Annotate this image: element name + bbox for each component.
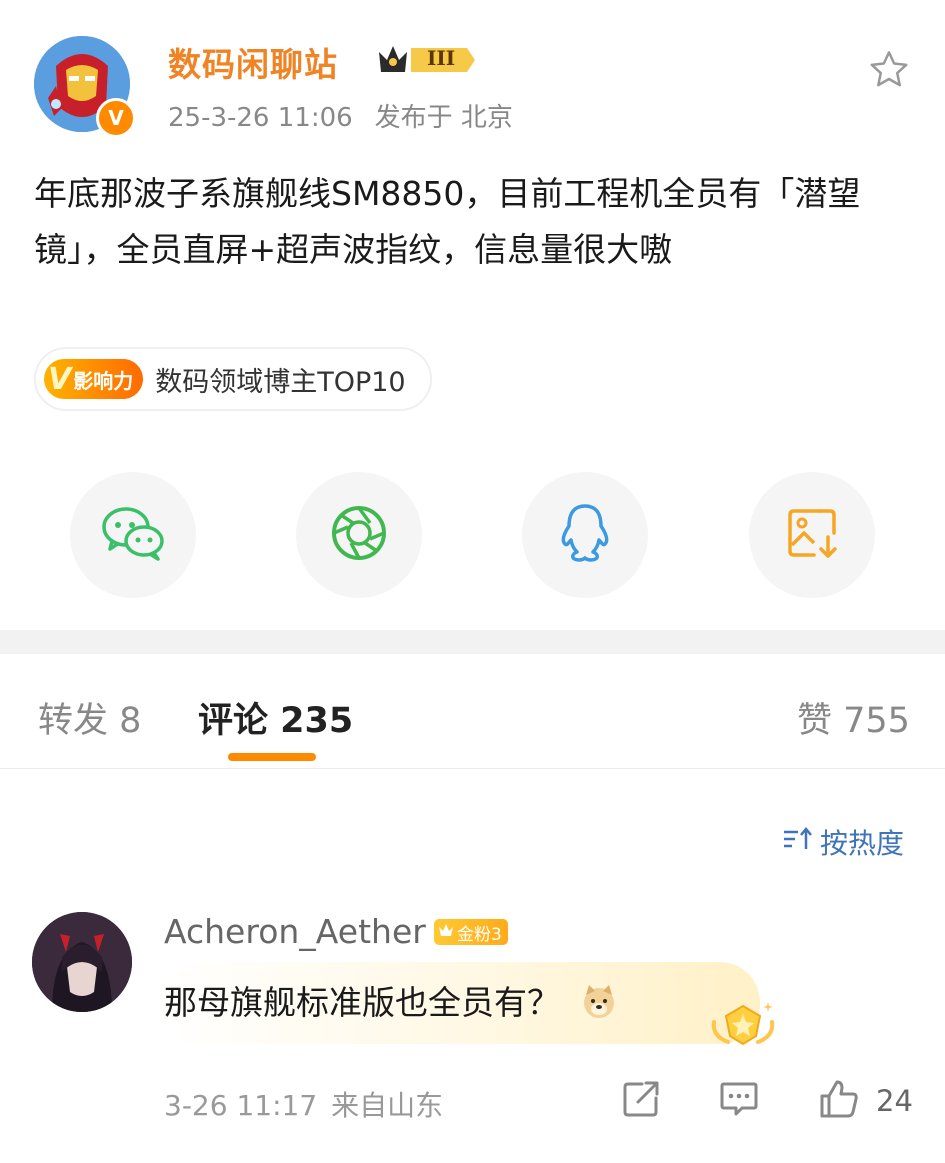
member-level-text: III <box>427 46 456 70</box>
qq-icon <box>557 502 613 568</box>
golden-fan-decoration-icon <box>708 996 778 1050</box>
post-meta: 25-3-26 11:06 发布于 北京 <box>168 97 535 134</box>
member-level-badge: III <box>375 40 475 80</box>
author-name[interactable]: 数码闲聊站 <box>168 38 338 86</box>
reply-comment-icon[interactable] <box>718 1078 760 1120</box>
comment-time: 3-26 11:17 <box>164 1089 318 1122</box>
fan-badge: 金粉3 <box>434 919 508 945</box>
comment-meta: 3-26 11:17 来自山东 <box>164 1084 457 1124</box>
save-image-button[interactable] <box>749 472 875 598</box>
share-wechat-button[interactable] <box>70 472 196 598</box>
comment-text: 那母旗舰标准版也全员有？ <box>164 976 619 1029</box>
influence-badge-label: 影响力 <box>73 368 134 393</box>
sort-toggle[interactable]: 按热度 <box>782 822 904 862</box>
comment-text-content: 那母旗舰标准版也全员有？ <box>164 983 560 1022</box>
influence-badge: V 影响力 <box>44 359 144 399</box>
save-image-icon <box>784 505 840 565</box>
share-moments-button[interactable] <box>296 472 422 598</box>
wechat-icon <box>100 505 166 565</box>
section-divider <box>0 630 945 654</box>
commenter-avatar[interactable] <box>32 912 132 1012</box>
tabs-divider <box>0 768 945 769</box>
fan-crown-icon <box>438 922 454 942</box>
influence-text: 数码领域博主TOP10 <box>155 366 406 398</box>
influence-v-mark: V <box>48 361 72 397</box>
doge-emoji-icon <box>579 981 619 1029</box>
tab-reposts[interactable]: 转发 8 <box>38 692 141 743</box>
favorite-star-icon[interactable] <box>866 47 912 93</box>
tab-likes[interactable]: 赞 755 <box>797 692 910 743</box>
fan-badge-label: 金粉3 <box>457 924 502 945</box>
repost-comment-icon[interactable] <box>620 1078 662 1120</box>
sort-icon <box>782 825 814 860</box>
commenter-name[interactable]: Acheron_Aether <box>164 912 426 951</box>
author-avatar[interactable]: V <box>34 36 136 138</box>
active-tab-indicator <box>228 753 316 761</box>
post-time: 25-3-26 11:06 <box>168 103 353 133</box>
comment-location: 来自山东 <box>331 1089 444 1122</box>
post-location: 发布于 北京 <box>374 103 513 133</box>
like-thumb-icon[interactable] <box>818 1078 860 1120</box>
like-count: 24 <box>876 1084 913 1118</box>
tab-comments[interactable]: 评论 235 <box>198 692 353 743</box>
verified-badge: V <box>96 98 136 138</box>
influence-chip[interactable]: V 影响力 数码领域博主TOP10 <box>34 347 432 411</box>
share-qq-button[interactable] <box>522 472 648 598</box>
moments-icon <box>329 503 389 567</box>
post-text: 年底那波子系旗舰线SM8850，目前工程机全员有「潜望镜」，全员直屏+超声波指纹… <box>34 174 861 269</box>
sort-label: 按热度 <box>820 827 905 860</box>
